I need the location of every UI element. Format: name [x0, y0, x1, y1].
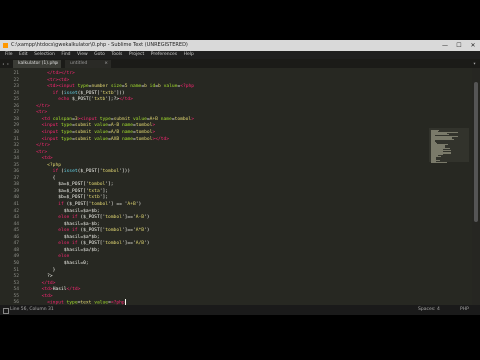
menu-preferences[interactable]: Preferences	[151, 52, 177, 57]
maximize-button[interactable]: ☐	[452, 40, 466, 51]
tab-close-icon[interactable]: ×	[104, 60, 108, 68]
menu-help[interactable]: Help	[184, 52, 194, 57]
status-bar: Line 56, Column 31 Spaces: 4 PHP	[0, 305, 480, 315]
menu-edit[interactable]: Edit	[19, 52, 28, 57]
tab-untitled[interactable]: untitled ×	[65, 60, 111, 68]
sublime-window: C:\xampp\htdocs\gwekalkulator\0.php - Su…	[0, 40, 480, 315]
title-bar[interactable]: C:\xampp\htdocs\gwekalkulator\0.php - Su…	[0, 40, 480, 51]
scrollbar-thumb[interactable]	[474, 82, 478, 222]
minimap[interactable]	[427, 68, 471, 305]
menu-tools[interactable]: Tools	[111, 52, 122, 57]
menu-selection[interactable]: Selection	[34, 52, 55, 57]
menu-bar: File Edit Selection Find View Goto Tools…	[0, 51, 480, 59]
code-editor[interactable]: 21 </td></tr> 22 <tr><td> 23 <td><input ty…	[0, 68, 425, 306]
menu-file[interactable]: File	[5, 52, 13, 57]
panel-toggle-icon[interactable]	[3, 308, 9, 314]
cursor-position: Line 56, Column 31	[10, 307, 54, 312]
close-window-button[interactable]: ✕	[466, 40, 480, 51]
sublime-app-icon	[3, 43, 8, 48]
tab-close-icon[interactable]: ×	[54, 60, 58, 68]
menu-view[interactable]: View	[77, 52, 88, 57]
menu-find[interactable]: Find	[61, 52, 70, 57]
tab-kalkulator[interactable]: kalkulator (1).php ×	[13, 60, 61, 68]
menu-goto[interactable]: Goto	[94, 52, 105, 57]
tab-scroll-arrows[interactable]: ◂ ▸	[2, 60, 9, 68]
indentation-setting[interactable]: Spaces: 4	[418, 305, 440, 315]
window-title: C:\xampp\htdocs\gwekalkulator\0.php - Su…	[11, 42, 188, 48]
menu-project[interactable]: Project	[129, 52, 144, 57]
minimap-line	[431, 161, 448, 163]
tab-label: kalkulator (1).php	[18, 61, 59, 66]
syntax-setting[interactable]: PHP	[460, 305, 469, 315]
tab-bar: ◂ ▸ kalkulator (1).php × untitled × ▾	[0, 59, 480, 68]
tab-menu-chevron-icon[interactable]: ▾	[473, 60, 476, 68]
minimize-button[interactable]: —	[438, 40, 452, 51]
tab-label: untitled	[70, 61, 88, 66]
vertical-scrollbar[interactable]	[472, 68, 480, 305]
